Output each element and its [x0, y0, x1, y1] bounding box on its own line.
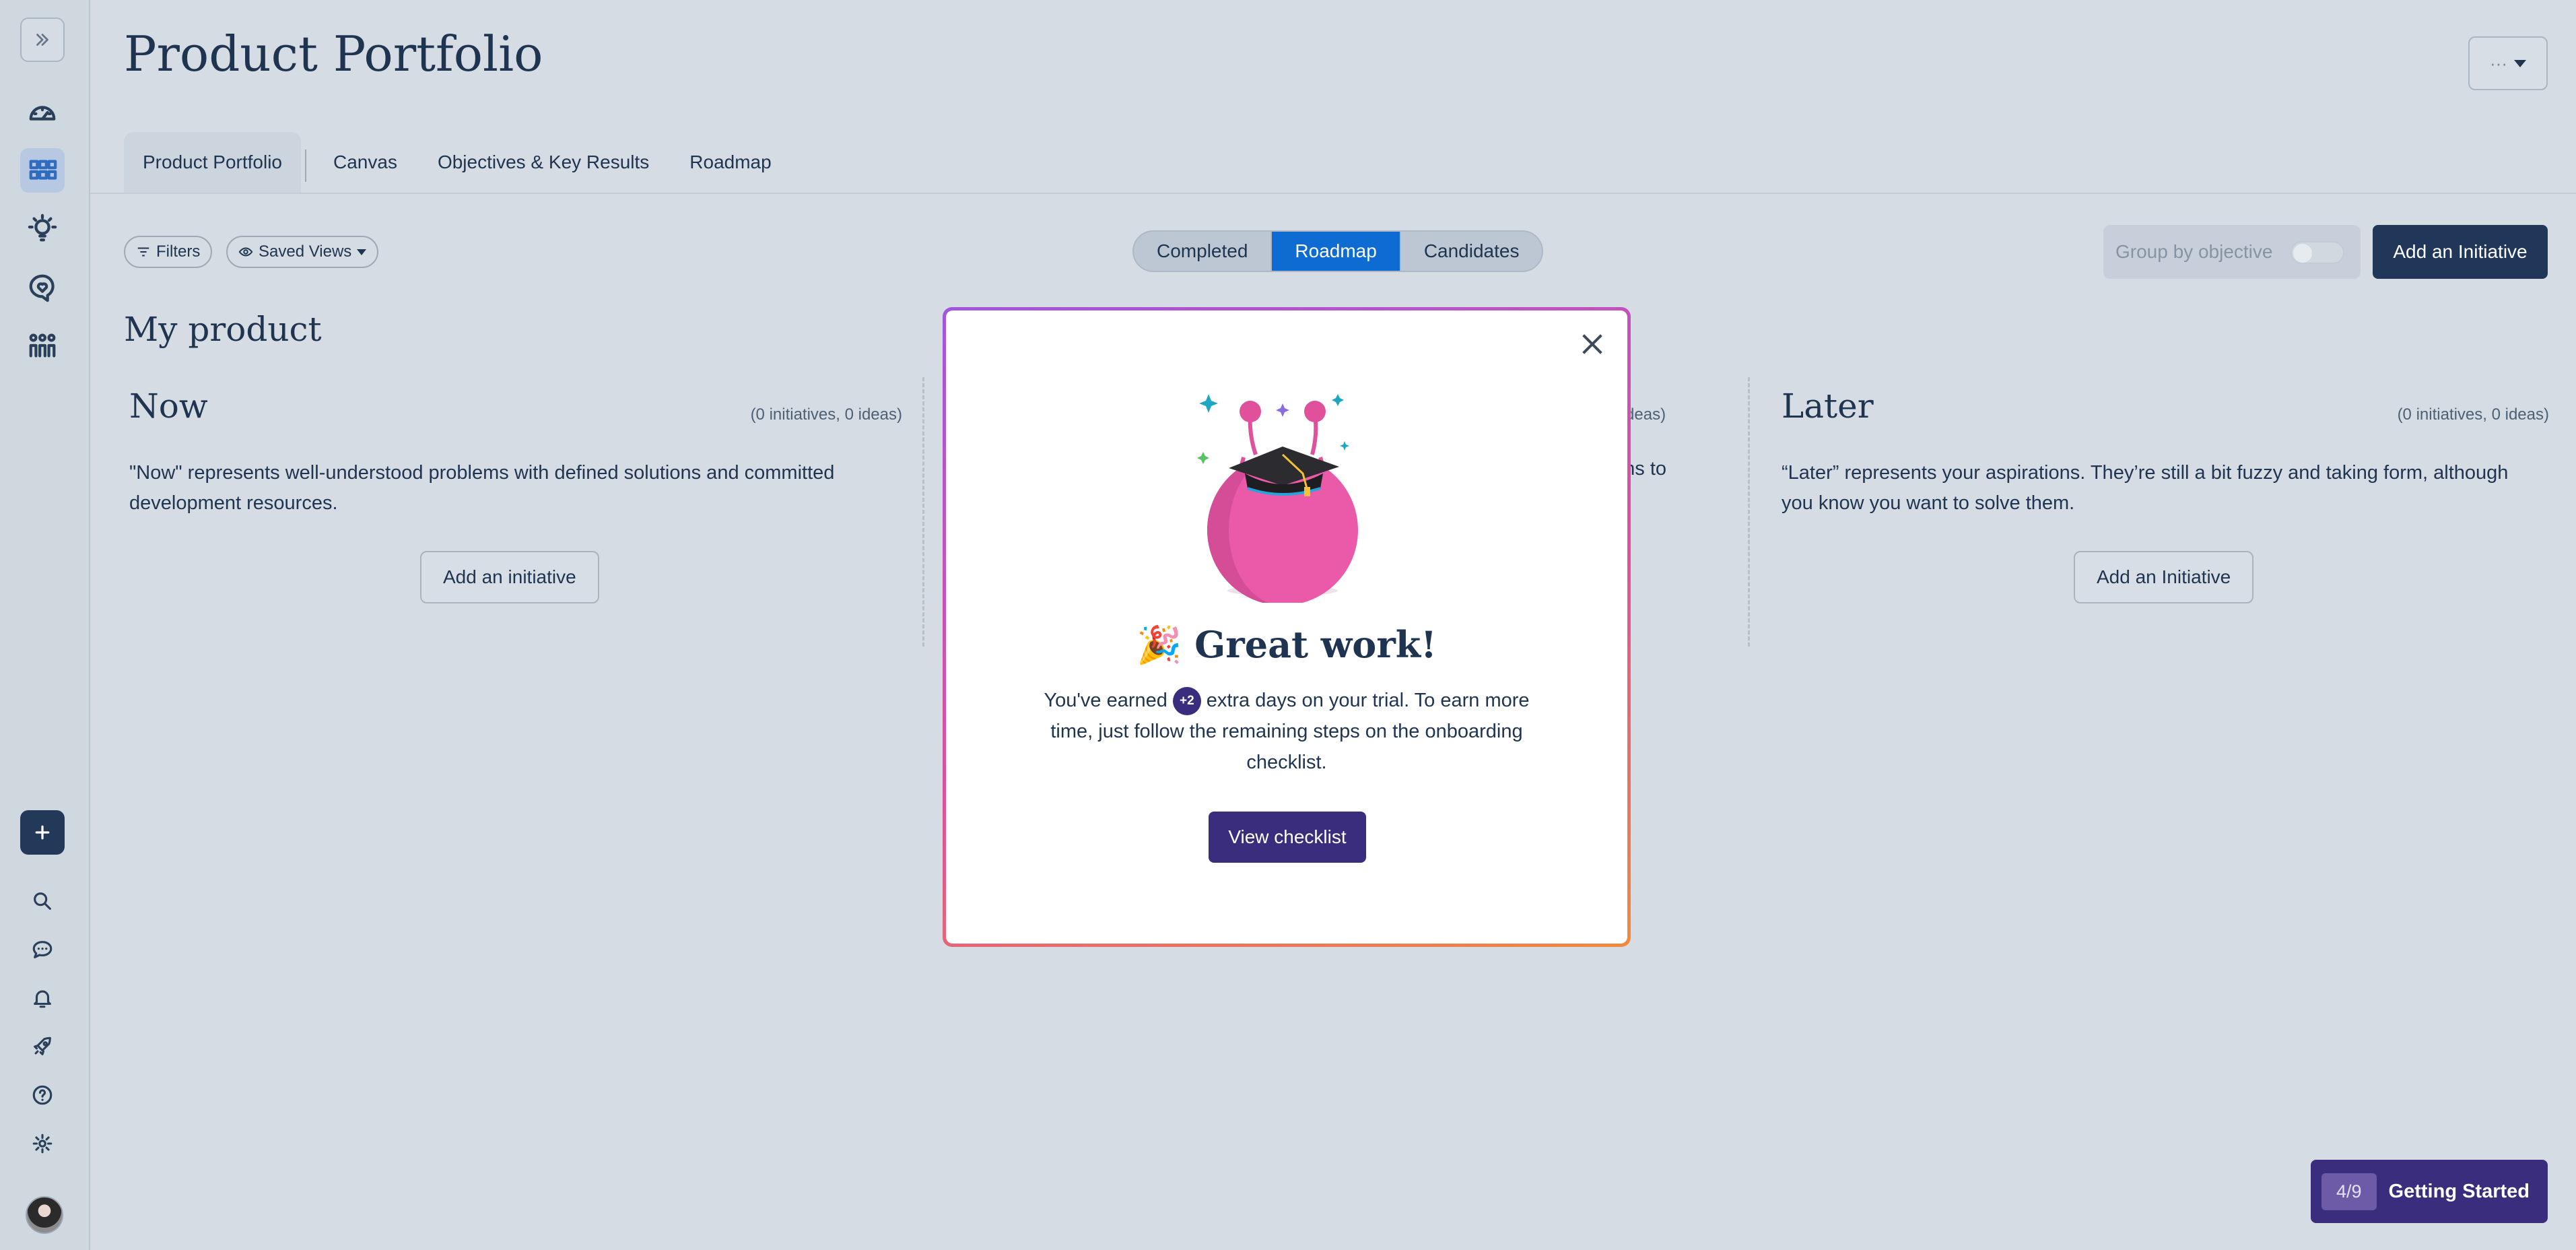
tab-roadmap[interactable]: Roadmap — [671, 132, 790, 193]
notifications-button[interactable] — [20, 976, 65, 1020]
lightbulb-icon — [28, 213, 57, 242]
onboarding-progress: 4/9 — [2321, 1173, 2377, 1210]
tab-product-portfolio[interactable]: Product Portfolio — [124, 132, 301, 193]
left-rail — [0, 0, 90, 1250]
settings-button[interactable] — [20, 1121, 65, 1166]
rocket-icon — [34, 1037, 51, 1055]
celebration-modal: 🎉 Great work! You've earned +2 extra day… — [943, 307, 1631, 947]
people-icon — [29, 333, 56, 358]
bell-icon — [34, 990, 51, 1008]
toggle-knob — [2293, 244, 2312, 263]
segment-roadmap[interactable]: Roadmap — [1270, 232, 1401, 271]
column-count: (0 initiatives, 0 ideas) — [2397, 405, 2549, 424]
search-button[interactable] — [20, 879, 65, 923]
group-by-toggle[interactable] — [2291, 241, 2344, 264]
party-popper-icon: 🎉 — [1137, 623, 1182, 666]
column-divider — [1748, 377, 1750, 647]
column-count: (0 initiatives, 0 ideas) — [750, 405, 902, 424]
column-title: Later — [1782, 387, 1874, 426]
column-divider — [922, 377, 924, 647]
create-button[interactable] — [20, 810, 65, 855]
saved-views-label: Saved Views — [259, 242, 352, 261]
modal-title-text: Great work! — [1194, 623, 1437, 666]
close-modal-button[interactable] — [1579, 331, 1606, 358]
saved-views-button[interactable]: Saved Views — [226, 236, 379, 268]
group-by-label: Group by objective — [2115, 241, 2273, 262]
getting-started-label: Getting Started — [2388, 1180, 2530, 1202]
chevrons-right-icon — [36, 34, 48, 46]
plus-icon — [35, 825, 50, 840]
close-icon — [1582, 334, 1602, 354]
expand-sidebar-button[interactable] — [20, 18, 65, 62]
dashboard-gauge-icon — [29, 106, 56, 121]
nav-feedback[interactable] — [20, 265, 65, 310]
help-button[interactable] — [20, 1073, 65, 1117]
column-description: "Now" represents well-understood problem… — [129, 462, 835, 514]
nav-people[interactable] — [20, 323, 65, 368]
ellipsis-icon: ··· — [2490, 53, 2507, 73]
nav-dashboard[interactable] — [20, 90, 65, 135]
segment-candidates[interactable]: Candidates — [1401, 232, 1543, 271]
search-icon — [34, 892, 51, 910]
portfolio-tabs: Product Portfolio Canvas Objectives & Ke… — [124, 132, 790, 193]
add-initiative-later-button[interactable]: Add an Initiative — [2074, 551, 2254, 603]
more-options-button[interactable]: ··· — [2468, 36, 2548, 90]
modal-body: You've earned +2 extra days on your tria… — [1033, 685, 1540, 778]
column-description: “Later” represents your aspirations. The… — [1782, 462, 2509, 514]
group-by-objective: Group by objective — [2103, 225, 2361, 279]
modal-body-before: You've earned — [1044, 690, 1167, 711]
modal-title: 🎉 Great work! — [946, 623, 1627, 667]
add-initiative-now-button[interactable]: Add an initiative — [420, 551, 599, 603]
avatar[interactable] — [26, 1196, 63, 1234]
caret-down-icon — [2513, 59, 2526, 67]
tab-okrs[interactable]: Objectives & Key Results — [416, 132, 671, 193]
view-segmented-control: Completed Roadmap Candidates — [1132, 230, 1544, 272]
tab-canvas[interactable]: Canvas — [314, 132, 416, 193]
segment-completed[interactable]: Completed — [1134, 232, 1270, 271]
filters-button[interactable]: Filters — [124, 236, 213, 268]
caret-down-icon — [357, 249, 367, 255]
graduation-character-illustration — [1197, 394, 1358, 603]
extra-days-badge: +2 — [1172, 687, 1201, 716]
add-initiative-button[interactable]: Add an Initiative — [2373, 225, 2548, 279]
column-title: Now — [129, 387, 208, 426]
filters-label: Filters — [156, 242, 201, 261]
getting-started-button[interactable]: 4/9 Getting Started — [2311, 1160, 2548, 1223]
product-name: My product — [124, 310, 322, 349]
launch-button[interactable] — [20, 1024, 65, 1069]
modal-content: 🎉 Great work! You've earned +2 extra day… — [946, 310, 1627, 944]
grid-icon — [29, 160, 57, 180]
page-title: Product Portfolio — [124, 26, 543, 82]
view-checklist-button[interactable]: View checklist — [1209, 812, 1366, 863]
header-divider — [90, 193, 2576, 194]
nav-portfolio[interactable] — [20, 148, 65, 193]
comment-icon — [32, 941, 53, 958]
gear-icon — [32, 1133, 53, 1154]
help-icon — [32, 1085, 53, 1105]
heart-chat-icon — [29, 274, 55, 302]
filter-icon — [137, 247, 149, 257]
eye-icon — [238, 247, 253, 257]
tab-separator — [305, 150, 306, 182]
comments-button[interactable] — [20, 927, 65, 972]
nav-ideas[interactable] — [20, 206, 65, 251]
